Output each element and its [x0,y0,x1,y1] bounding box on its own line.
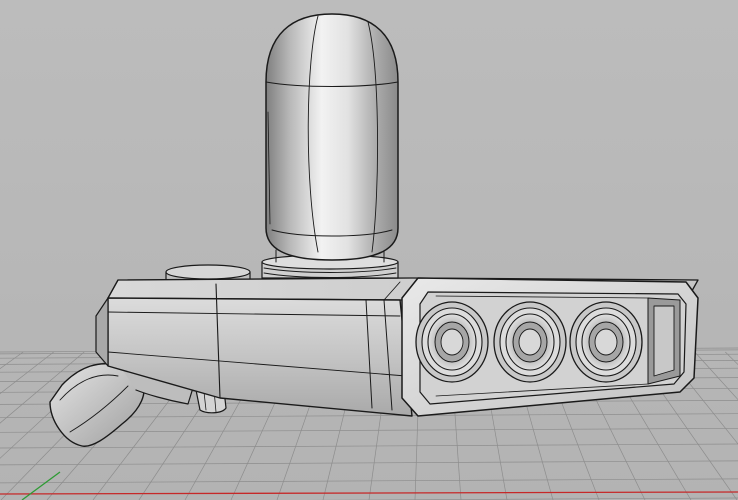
barrel-port[interactable] [569,301,643,383]
capsule-tank[interactable] [265,13,399,261]
barrel-ports[interactable] [415,301,643,383]
barrel-port[interactable] [415,301,489,383]
3d-viewport[interactable] [0,0,738,500]
viewport-canvas[interactable] [0,0,738,500]
barrel-port[interactable] [493,301,567,383]
